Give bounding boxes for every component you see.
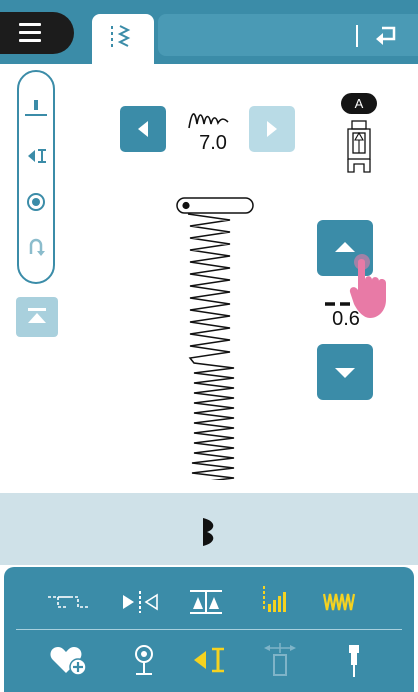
eject-button[interactable]	[16, 297, 58, 337]
needle-stop-button[interactable]	[22, 94, 50, 127]
single-pattern-button[interactable]	[22, 188, 50, 221]
position-button[interactable]	[120, 638, 168, 682]
balance-icon	[190, 590, 222, 614]
menu-button[interactable]	[0, 12, 74, 54]
zigzag-stitch-icon	[111, 25, 131, 48]
stitch-density-button[interactable]	[316, 580, 364, 624]
single-pattern-icon	[27, 193, 45, 211]
chevron-right-icon	[267, 121, 277, 137]
stitch-length-scale-button[interactable]	[250, 578, 298, 622]
touch-pointer-icon	[348, 250, 416, 329]
stitch-length-scale-icon	[263, 586, 286, 612]
stitch-density-icon	[322, 593, 356, 611]
menu-icon	[19, 23, 41, 26]
needle-button[interactable]	[330, 638, 378, 682]
chevron-down-icon	[335, 368, 355, 378]
tacking-button[interactable]	[44, 580, 92, 624]
undo-button[interactable]	[372, 22, 400, 53]
chevron-left-icon	[138, 121, 148, 137]
width-increase-button[interactable]	[249, 106, 295, 152]
pattern-stitch-icon	[200, 515, 222, 554]
tab-stitch[interactable]	[92, 14, 154, 64]
width-limit-button[interactable]	[256, 638, 304, 682]
toolbar-divider	[16, 629, 402, 630]
undo-icon	[376, 26, 396, 45]
mirror-horizontal-icon	[123, 591, 158, 613]
reinforce-button[interactable]	[22, 232, 50, 267]
start-pattern-toggle-button[interactable]	[186, 638, 234, 682]
presser-foot-icon	[340, 120, 378, 185]
stitch-width-value: 7.0	[199, 132, 227, 154]
start-pattern-button[interactable]	[22, 142, 50, 175]
eject-icon	[28, 308, 46, 323]
needle-down-icon	[25, 100, 47, 116]
menu-icon-line	[19, 39, 41, 42]
tab-separator	[356, 25, 358, 47]
start-pattern-icon	[28, 149, 46, 163]
mirror-button[interactable]	[116, 580, 164, 624]
stitch-preview	[160, 190, 260, 573]
favorite-add-button[interactable]	[46, 638, 94, 682]
favorite-add-icon	[50, 647, 87, 676]
position-pin-icon	[135, 645, 153, 675]
menu-icon-line	[19, 31, 41, 34]
width-limit-icon	[264, 643, 296, 676]
start-pattern-icon	[194, 647, 224, 673]
width-decrease-button[interactable]	[120, 106, 166, 152]
length-decrease-button[interactable]	[317, 344, 373, 400]
needle-icon	[349, 645, 359, 677]
balance-button[interactable]	[182, 580, 230, 624]
tacking-icon	[48, 596, 88, 608]
reinforce-icon	[29, 238, 45, 256]
zigzag-stitch-line	[187, 213, 235, 573]
presser-foot-label: A	[341, 93, 377, 114]
